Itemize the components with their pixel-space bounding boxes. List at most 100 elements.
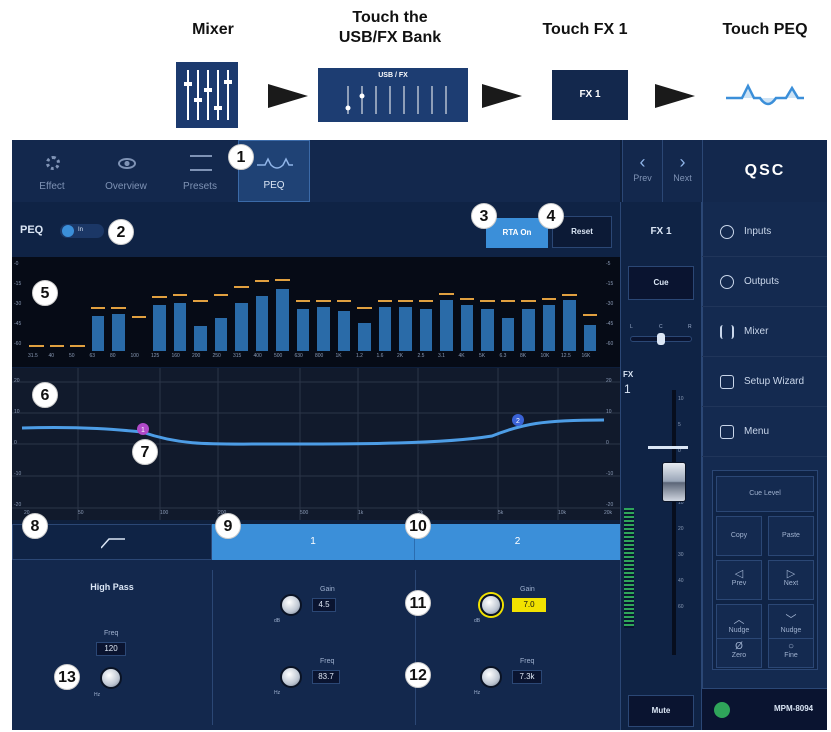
callout-10: 10 (405, 513, 431, 539)
arrow-right-icon (268, 84, 308, 108)
keypad-prev-button[interactable]: ◁ Prev (716, 560, 762, 600)
filter-freq-value[interactable]: 120 (96, 642, 126, 656)
rta-peak-marker (439, 292, 454, 295)
tab-effect[interactable]: Effect (22, 140, 82, 202)
fader-handle[interactable] (662, 462, 686, 502)
rta-peak-marker (111, 306, 126, 309)
peq-in-toggle[interactable]: In (60, 224, 104, 238)
rta-bar (419, 308, 432, 351)
fine-button[interactable]: ○ Fine (768, 638, 814, 668)
sidebar-item-outputs[interactable]: Outputs (702, 257, 827, 307)
callout-6: 6 (32, 382, 58, 408)
callout-8: 8 (22, 513, 48, 539)
rta-freq-label: 12.5 (561, 353, 571, 359)
band1-gain-knob[interactable] (280, 594, 302, 616)
eq-y-tick-label: -20 (14, 502, 22, 508)
tab-overview[interactable]: Overview (96, 140, 156, 202)
triangle-right-icon: ▷ (786, 568, 796, 580)
rta-freq-label: 1.2 (356, 353, 363, 359)
prev-button[interactable]: ‹ Prev (622, 140, 662, 202)
sidebar-item-inputs[interactable]: Inputs (702, 207, 827, 257)
rta-peak-marker (70, 345, 85, 348)
band1-gain-value[interactable]: 4.5 (312, 598, 336, 612)
rta-bar (460, 305, 473, 351)
toggle-label: In (78, 227, 84, 233)
rta-tick-label: -5 (606, 261, 611, 267)
cue-button[interactable]: Cue (628, 266, 694, 300)
rta-freq-label: 8K (520, 353, 527, 359)
rta-freq-label: 2.5 (417, 353, 425, 359)
mute-button[interactable]: Mute (628, 695, 694, 727)
eq-x-tick-label: 1k (358, 510, 364, 516)
rta-ticks-right: -5 -15 -30 -45 -60 (606, 261, 620, 353)
band2-freq-unit: Hz (474, 690, 481, 696)
step-fx1-title: Touch FX 1 (542, 21, 628, 38)
band1-gain-label: Gain (320, 586, 335, 593)
band-tab-1[interactable]: 1 (212, 524, 415, 560)
filter-freq-knob[interactable] (100, 667, 122, 689)
channel-name: FX 1 (650, 226, 672, 237)
peq-curve-icon (257, 157, 293, 169)
sidebar-setup-label: Setup Wizard (744, 376, 805, 387)
arrow-right-icon (482, 84, 522, 108)
chevron-right-icon: › (679, 152, 686, 172)
rta-freq-label: 250 (212, 353, 221, 359)
keypad-next-button[interactable]: ▷ Next (768, 560, 814, 600)
chevron-up-icon: ︿ (733, 614, 745, 626)
rta-freq-label: 80 (110, 353, 116, 359)
sidebar-item-menu[interactable]: Menu (702, 407, 827, 457)
paste-button[interactable]: Paste (768, 516, 814, 556)
peq-curve-icon (726, 83, 804, 106)
sidebar-inputs-label: Inputs (744, 226, 772, 237)
rta-tick-label: -60 (606, 341, 614, 347)
peq-label: PEQ (20, 224, 44, 236)
tab-presets[interactable]: Presets (170, 140, 230, 202)
fader-tick-label: 20 (678, 526, 684, 532)
band1-freq-value[interactable]: 83.7 (312, 670, 340, 684)
eq-x-tick-label: 20k (604, 510, 613, 516)
rta-freq-label: 40 (48, 353, 55, 359)
eq-graph[interactable]: 1 2 20100-10-20 20100-10-20 205010020050… (12, 368, 620, 520)
band2-gain-value[interactable]: 7.0 (512, 598, 546, 612)
filter-freq-unit: Hz (94, 692, 101, 698)
prev-label: Prev (633, 173, 652, 183)
clipboard-icon (720, 375, 734, 389)
rta-freq-label: 63 (89, 353, 96, 359)
copy-button[interactable]: Copy (716, 516, 762, 556)
sidebar-item-setup-wizard[interactable]: Setup Wizard (702, 357, 827, 407)
band-tab-2[interactable]: 2 (415, 524, 620, 560)
step-usbfx-title: Touch the USB/FX Bank (320, 8, 460, 48)
step-usbfx-title-line1: Touch the (352, 9, 428, 26)
band2-gain-unit: dB (474, 618, 481, 624)
fader-tick-label: 5 (678, 422, 681, 428)
band2-gain-knob[interactable] (480, 594, 502, 616)
zero-button[interactable]: Ø Zero (716, 638, 762, 668)
rta-peak-marker (459, 297, 474, 300)
rta-peak-marker (234, 285, 249, 288)
band2-freq-value[interactable]: 7.3k (512, 670, 542, 684)
band2-freq-knob[interactable] (480, 666, 502, 688)
band2-freq-label: Freq (520, 658, 535, 665)
mixer-icon (176, 62, 238, 128)
next-button[interactable]: › Next (662, 140, 702, 202)
band1-freq-knob[interactable] (280, 666, 302, 688)
rta-peak-marker (521, 299, 536, 302)
rta-freq-label: 315 (233, 353, 242, 359)
rta-freq-label: 1K (335, 353, 342, 359)
sidebar-item-mixer[interactable]: Mixer (702, 307, 827, 357)
rta-tick-label: -30 (14, 301, 22, 307)
rta-freq-label: 50 (69, 353, 75, 359)
rta-bar (563, 299, 576, 351)
rta-on-button[interactable]: RTA On (486, 218, 548, 248)
cue-level-button[interactable]: Cue Level (716, 476, 814, 512)
step-mixer-title: Mixer (192, 21, 234, 38)
rta-bar (317, 307, 330, 351)
divider (212, 570, 213, 725)
triangle-left-icon: ◁ (734, 568, 744, 580)
rta-freq-label: 5K (479, 353, 486, 359)
rta-peak-marker (562, 294, 577, 297)
rta-tick-label: -45 (606, 321, 614, 327)
pan-control[interactable]: L C R (626, 322, 696, 348)
fx-label: FX (623, 370, 634, 379)
rta-freq-label: 1.6 (376, 353, 384, 359)
